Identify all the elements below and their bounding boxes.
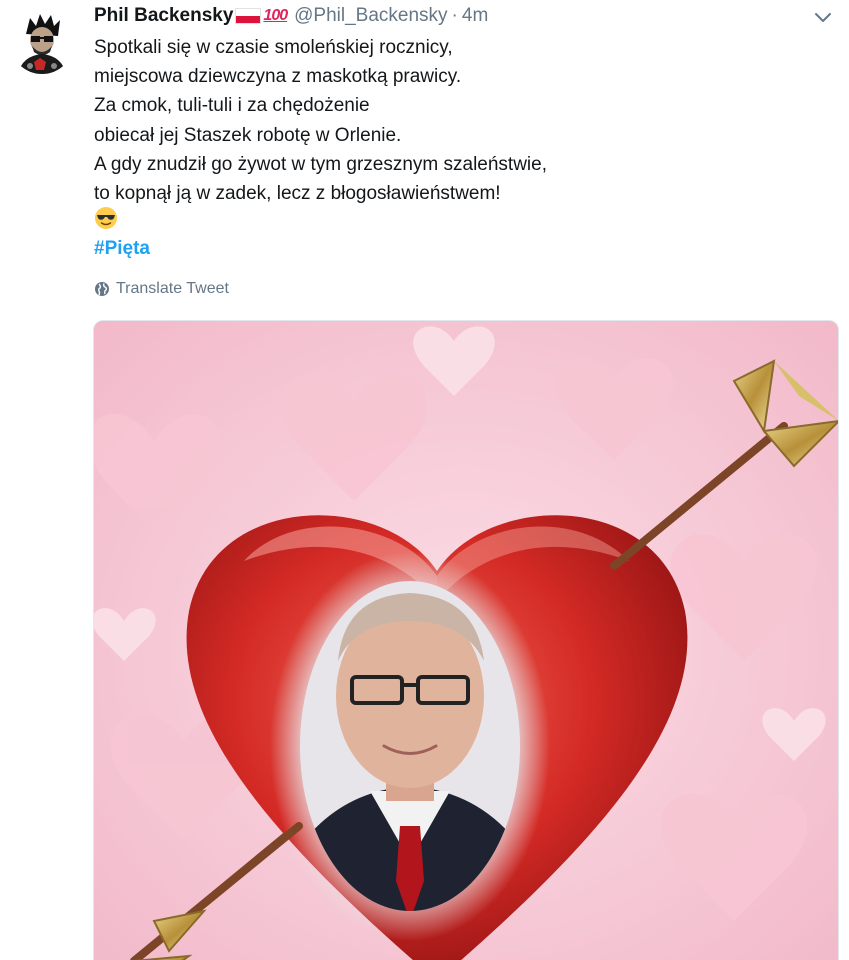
tweet-line: Spotkali się w czasie smoleńskiej roczni… xyxy=(94,37,453,58)
valentine-heart-photo xyxy=(94,321,838,960)
tweet-header: Phil Backensky 100 @Phil_Backensky · 4m xyxy=(94,3,488,29)
tweet-line: miejscowa dziewczyna z maskotką prawicy. xyxy=(94,66,462,88)
globe-icon xyxy=(95,282,109,296)
display-name[interactable]: Phil Backensky xyxy=(94,5,233,27)
tweet-text: Spotkali się w czasie smoleńskiej roczni… xyxy=(94,33,814,208)
tweet-media-image[interactable] xyxy=(93,320,839,960)
poland-flag-icon xyxy=(235,8,262,24)
sunglasses-emoji-icon xyxy=(94,206,118,230)
tweet-line: to kopnął ją w zadek, lecz z błogosławie… xyxy=(94,183,501,205)
chevron-down-icon[interactable] xyxy=(812,8,834,28)
hundred-points-icon: 100 xyxy=(263,7,288,24)
avatar[interactable] xyxy=(10,10,74,74)
user-handle[interactable]: @Phil_Backensky xyxy=(294,5,447,27)
translate-tweet-button[interactable]: Translate Tweet xyxy=(94,280,229,298)
avatar-image xyxy=(10,10,74,74)
separator-dot: · xyxy=(451,5,458,26)
tweet-line: obiecał jej Staszek robotę w Orlenie. xyxy=(94,124,402,146)
hashtag-link[interactable]: #Pięta xyxy=(94,238,150,260)
tweet-line: Za cmok, tuli-tuli i za chędożenie xyxy=(94,95,370,117)
translate-tweet-label: Translate Tweet xyxy=(116,280,229,297)
tweet-line: A gdy znudził go żywot w tym grzesznym s… xyxy=(94,153,548,175)
timestamp[interactable]: 4m xyxy=(462,5,488,27)
tweet: Phil Backensky 100 @Phil_Backensky · 4m … xyxy=(0,0,849,960)
